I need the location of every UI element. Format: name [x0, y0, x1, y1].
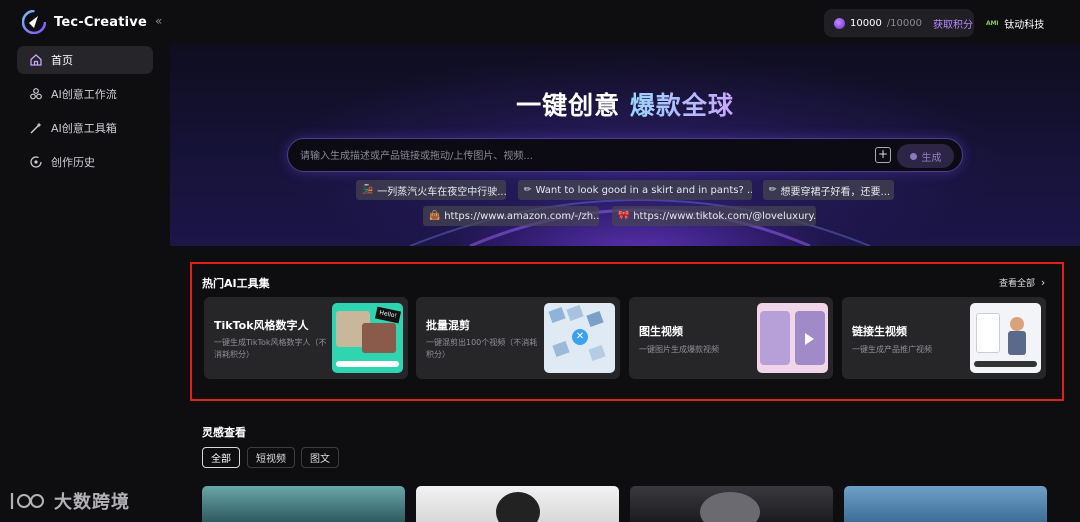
bag-icon: 👜: [429, 211, 441, 221]
prompt-search-bar: + 生成: [287, 138, 963, 172]
get-credits-link[interactable]: 获取积分: [933, 16, 973, 31]
magic-wand-icon: [30, 122, 42, 134]
bow-icon: 🎀: [618, 211, 630, 221]
inspiration-card[interactable]: [202, 486, 405, 522]
inspiration-title: 灵感查看: [202, 426, 246, 439]
hero-title: 一键创意 爆款全球: [170, 86, 1080, 122]
suggestion-chip[interactable]: 👜 https://www.amazon.com/-/zh...: [423, 206, 599, 226]
watermark: 大数跨境: [8, 488, 130, 514]
inspiration-card[interactable]: [630, 486, 833, 522]
chevron-right-icon: ›: [1040, 276, 1046, 289]
brand-name: 钛动科技: [1004, 20, 1045, 31]
hero-banner: 一键创意 爆款全球 + 生成 🚂一列蒸汽火车在夜空中行驶... ✏Want to…: [170, 44, 1080, 246]
see-all-label: 查看全部: [999, 279, 1036, 289]
shuffle-icon: ✕: [572, 329, 588, 345]
see-all-link[interactable]: 查看全部 ›: [999, 276, 1045, 289]
tool-card-desc: 一键混剪出100个视频（不消耗积分）: [426, 338, 538, 359]
credits-current: 10000: [850, 17, 882, 29]
train-icon: 🚂: [362, 185, 374, 195]
brand-logo: AMI: [986, 20, 999, 27]
home-icon: [30, 54, 42, 66]
hello-sticker: Hello!: [375, 306, 401, 324]
sidebar-item-label: 首页: [51, 54, 73, 67]
history-icon: [30, 156, 42, 168]
chip-text: 一列蒸汽火车在夜空中行驶...: [377, 186, 506, 198]
hero-title-highlight: 爆款全球: [629, 91, 734, 120]
suggestion-chip[interactable]: 🎀 https://www.tiktok.com/@loveluxury...: [612, 206, 816, 226]
coin-icon: [834, 17, 845, 29]
tool-card-tiktok-avatar[interactable]: TikTok风格数字人 一键生成TikTok风格数字人（不消耗积分） Hello…: [204, 297, 408, 379]
generate-icon: [909, 152, 917, 160]
suggestion-chip[interactable]: 🚂 一列蒸汽火车在夜空中行驶...: [356, 180, 506, 200]
suggestion-chip[interactable]: ✏ 想要穿裙子好看，还要...: [763, 180, 894, 200]
filter-short-video[interactable]: 短视频: [247, 447, 295, 468]
workflow-icon: [30, 88, 42, 100]
inspiration-card[interactable]: [416, 486, 619, 522]
sidebar-item-label: 创作历史: [51, 156, 95, 169]
tool-card-desc: 一键生成产品推广视频: [852, 345, 932, 354]
suggestion-chip[interactable]: ✏ Want to look good in a skirt and in pan…: [518, 180, 752, 200]
image-to-video-thumbnail: [757, 303, 828, 373]
pen-icon: ✏: [769, 185, 777, 195]
tool-card-link-to-video[interactable]: 链接生视频 一键生成产品推广视频: [842, 297, 1046, 379]
link-to-video-thumbnail: [970, 303, 1041, 373]
tool-card-desc: 一键生成TikTok风格数字人（不消耗积分）: [214, 338, 327, 359]
hero-glow-decoration: [409, 199, 871, 246]
play-icon: [805, 333, 814, 345]
tool-card-desc: 一键图片生成爆款视频: [639, 345, 719, 354]
tool-card-title: 批量混剪: [426, 319, 470, 332]
tool-card-title: 图生视频: [639, 325, 683, 338]
pen-icon: ✏: [524, 185, 532, 195]
upload-plus-button[interactable]: +: [875, 147, 891, 163]
credits-panel: 10000/10000 获取积分: [824, 9, 974, 37]
chip-text: https://www.tiktok.com/@loveluxury...: [633, 210, 816, 222]
prompt-input[interactable]: [300, 147, 860, 165]
app-name: Tec-Creative: [54, 14, 147, 30]
watermark-logo: [10, 493, 44, 509]
hero-title-part1: 一键创意: [516, 91, 630, 120]
top-bar: Tec-Creative « 10000/10000 获取积分 AMI 钛动科技: [0, 0, 1080, 44]
app-logo[interactable]: Tec-Creative: [22, 10, 147, 34]
filter-all[interactable]: 全部: [202, 447, 240, 468]
chip-text: Want to look good in a skirt and in pant…: [535, 184, 752, 196]
sidebar-item-label: AI创意工具箱: [51, 122, 117, 135]
sidebar-item-toolbox[interactable]: AI创意工具箱: [17, 114, 153, 142]
tool-card-title: 链接生视频: [852, 325, 907, 338]
sidebar-item-label: AI创意工作流: [51, 88, 117, 101]
inspiration-card[interactable]: [844, 486, 1047, 522]
tool-card-image-to-video[interactable]: 图生视频 一键图片生成爆款视频: [629, 297, 833, 379]
chip-text: https://www.amazon.com/-/zh...: [444, 210, 599, 222]
tool-card-batch-mix[interactable]: 批量混剪 一键混剪出100个视频（不消耗积分） ✕: [416, 297, 620, 379]
chip-text: 想要穿裙子好看，还要...: [780, 186, 891, 198]
sidebar-item-home[interactable]: 首页: [17, 46, 153, 74]
tool-card-title: TikTok风格数字人: [214, 319, 309, 332]
batch-mix-thumbnail: ✕: [544, 303, 615, 373]
sidebar-item-workflow[interactable]: AI创意工作流: [17, 80, 153, 108]
watermark-text: 大数跨境: [54, 492, 130, 513]
sidebar-item-history[interactable]: 创作历史: [17, 148, 153, 176]
generate-label: 生成: [921, 152, 942, 164]
logo-mark-icon: [22, 10, 46, 34]
collapse-sidebar-icon[interactable]: «: [155, 14, 162, 28]
filter-image-text[interactable]: 图文: [301, 447, 339, 468]
credits-total: /10000: [886, 17, 922, 29]
generate-button[interactable]: 生成: [897, 144, 954, 168]
tiktok-avatar-thumbnail: Hello!: [332, 303, 403, 373]
hot-tools-title: 热门AI工具集: [202, 277, 270, 290]
brand-account[interactable]: AMI 钛动科技: [986, 16, 1044, 31]
sidebar: 首页 AI创意工作流 AI创意工具箱 创作历史: [0, 44, 168, 522]
